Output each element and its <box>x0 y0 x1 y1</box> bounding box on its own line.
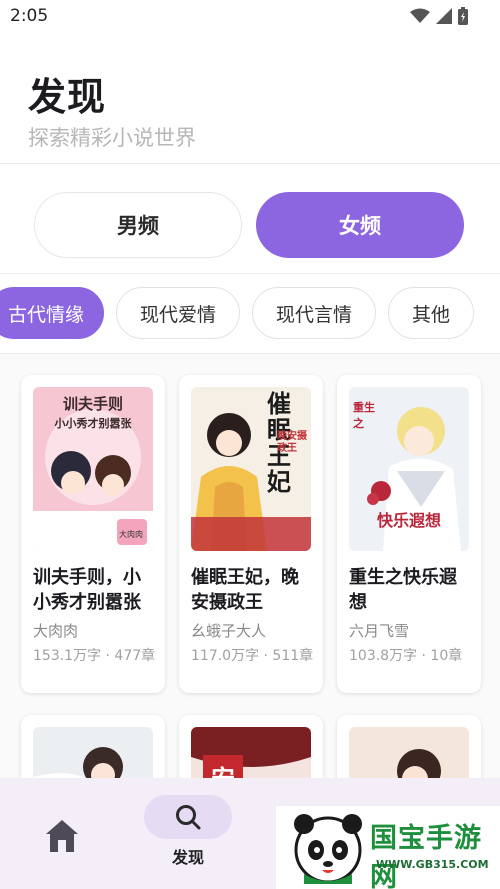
signal-icon <box>436 8 452 24</box>
page-title: 发现 <box>28 75 107 119</box>
cover-subtitle: 快乐遐想 <box>376 511 441 530</box>
book-card[interactable]: 催眠王妃 晚安摄政王 催眠王妃，晚安摄政王 幺蛾子大人 117.0万字 · 51… <box>179 375 323 693</box>
book-cover <box>349 727 469 778</box>
status-time: 2:05 <box>10 6 49 26</box>
tab-female[interactable]: 女频 <box>256 192 464 258</box>
cover-title: 训夫手则 <box>62 395 123 413</box>
book-meta: 153.1万字 · 477章 <box>33 648 156 664</box>
book-author: 大肉肉 <box>33 622 79 640</box>
cover-title: 安 <box>203 759 243 778</box>
book-card[interactable] <box>337 715 481 778</box>
book-grid: 训夫手则 小小秀才别嚣张 大肉肉 训夫手则，小小秀才别嚣张 大肉肉 153.1万… <box>0 354 500 778</box>
home-icon <box>46 820 78 852</box>
header: 发现 探索精彩小说世界 <box>0 34 500 164</box>
nav-home[interactable] <box>40 816 84 856</box>
status-icons <box>410 7 468 25</box>
battery-icon <box>458 7 468 25</box>
watermark-url: WWW.GB315.COM <box>376 858 489 871</box>
book-cover <box>33 727 153 778</box>
book-title: 训夫手则，小小秀才别嚣张 <box>33 567 141 613</box>
gender-tabs: 男频 女频 <box>0 164 500 274</box>
nav-discover-label: 发现 <box>171 848 204 867</box>
book-card[interactable]: 训夫手则 小小秀才别嚣张 大肉肉 训夫手则，小小秀才别嚣张 大肉肉 153.1万… <box>21 375 165 693</box>
book-card[interactable]: 安 <box>179 715 323 778</box>
page-subtitle: 探索精彩小说世界 <box>28 126 196 150</box>
book-author: 六月飞雪 <box>349 622 410 640</box>
cover-subtitle: 小小秀才别嚣张 <box>54 417 132 430</box>
book-title: 催眠王妃，晚安摄政王 <box>191 567 299 613</box>
book-title: 重生之快乐遐想 <box>349 567 457 613</box>
chip-modern-romance[interactable]: 现代言情 <box>252 287 376 339</box>
chip-other[interactable]: 其他 <box>388 287 474 339</box>
cover-title: 重生之 <box>353 401 375 430</box>
chip-ancient-romance[interactable]: 古代情缘 <box>0 287 104 339</box>
watermark-text: 国宝手游网 <box>370 823 482 889</box>
book-card[interactable] <box>21 715 165 778</box>
search-icon <box>176 805 201 830</box>
book-meta: 117.0万字 · 511章 <box>191 648 314 664</box>
book-meta: 103.8万字 · 10章 <box>349 648 463 664</box>
cover-subtitle: 晚安摄政王 <box>277 431 307 454</box>
watermark: 国宝手游网 WWW.GB315.COM <box>276 806 500 889</box>
category-chips: 古代情缘 现代爱情 现代言情 其他 <box>0 274 500 354</box>
nav-discover[interactable] <box>144 795 232 839</box>
tab-male[interactable]: 男频 <box>34 192 242 258</box>
status-bar: 2:05 <box>0 0 500 34</box>
cover-author-tag: 大肉肉 <box>119 530 143 539</box>
panda-logo <box>294 814 362 884</box>
chip-modern-love[interactable]: 现代爱情 <box>116 287 240 339</box>
wifi-icon <box>410 8 430 23</box>
book-author: 幺蛾子大人 <box>191 622 267 640</box>
book-card[interactable]: 重生之 快乐遐想 重生之快乐遐想 六月飞雪 103.8万字 · 10章 <box>337 375 481 693</box>
